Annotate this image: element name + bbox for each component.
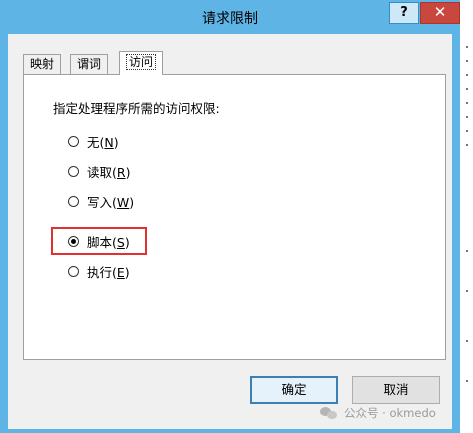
- help-button[interactable]: ?: [389, 2, 419, 24]
- radio-none-label: 无(N): [87, 134, 119, 150]
- radio-script-circle[interactable]: [68, 235, 79, 247]
- radio-script[interactable]: 脚本(S): [68, 232, 130, 250]
- tab-verbs[interactable]: 谓词: [70, 54, 109, 74]
- dialog-window: 请求限制 ? ✕ 映射 谓词 访问 指定处理程序所需的访问权限: 无(N) 读取: [0, 0, 460, 433]
- access-instruction: 指定处理程序所需的访问权限:: [53, 101, 220, 116]
- radio-write-circle[interactable]: [68, 195, 79, 207]
- radio-execute[interactable]: 执行(E): [68, 262, 130, 280]
- cancel-button[interactable]: 取消: [352, 376, 440, 404]
- radio-read[interactable]: 读取(R): [68, 162, 130, 180]
- radio-script-label: 脚本(S): [87, 234, 130, 250]
- radio-read-circle[interactable]: [68, 165, 79, 177]
- watermark-text: 公众号 · okmedo: [344, 406, 436, 420]
- wechat-icon: [320, 406, 338, 420]
- radio-write[interactable]: 写入(W): [68, 192, 134, 210]
- background-edge: [460, 0, 473, 433]
- tab-verbs-label: 谓词: [77, 57, 102, 71]
- ok-button[interactable]: 确定: [250, 376, 338, 404]
- radio-none[interactable]: 无(N): [68, 132, 119, 150]
- access-panel: 指定处理程序所需的访问权限: 无(N) 读取(R) 写入(W) 脚本(S) 执行…: [23, 74, 446, 360]
- radio-execute-label: 执行(E): [87, 264, 130, 280]
- tab-mapping-label: 映射: [30, 57, 55, 71]
- close-button[interactable]: ✕: [420, 2, 460, 24]
- radio-none-circle[interactable]: [68, 135, 79, 147]
- radio-execute-circle[interactable]: [68, 265, 79, 277]
- radio-read-label: 读取(R): [87, 164, 131, 180]
- dialog-body: 映射 谓词 访问 指定处理程序所需的访问权限: 无(N) 读取(R) 写入(W): [8, 34, 452, 429]
- tab-mapping[interactable]: 映射: [23, 54, 62, 74]
- watermark: 公众号 · okmedo: [320, 404, 436, 422]
- tab-access-label: 访问: [126, 54, 157, 70]
- tab-access[interactable]: 访问: [119, 51, 164, 75]
- radio-write-label: 写入(W): [87, 194, 135, 210]
- title-bar[interactable]: 请求限制 ? ✕: [0, 0, 460, 34]
